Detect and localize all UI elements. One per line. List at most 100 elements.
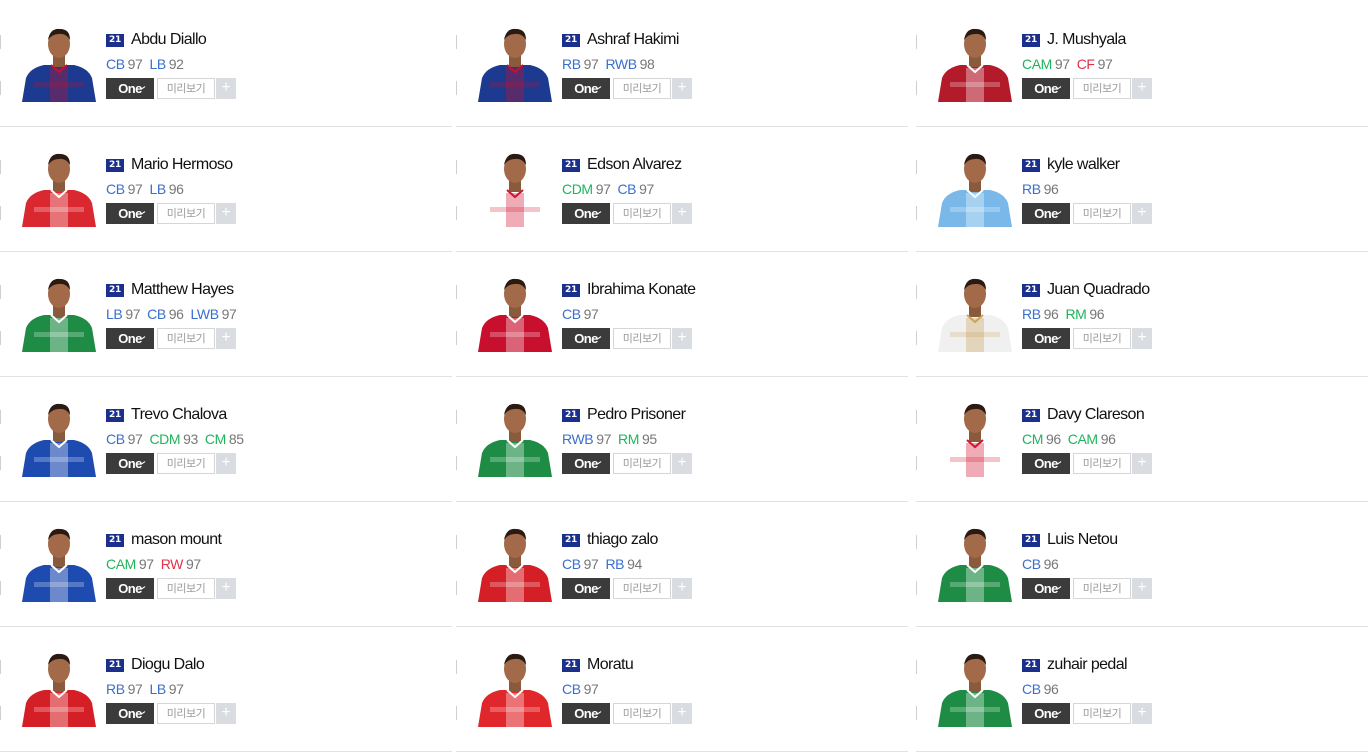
add-icon[interactable]: + <box>1132 703 1152 724</box>
player-name[interactable]: Ashraf Hakimi <box>587 31 679 49</box>
player-name[interactable]: Davy Clareson <box>1047 406 1145 424</box>
player-name[interactable]: thiago zalo <box>587 531 658 549</box>
one-button[interactable]: One <box>562 203 610 224</box>
player-avatar[interactable] <box>936 647 1014 727</box>
player-card[interactable]: 21 Matthew Hayes LB 97 CB 96 LWB 97 One 미리보기 + <box>0 252 452 377</box>
player-avatar[interactable] <box>20 272 98 352</box>
one-button[interactable]: One <box>562 328 610 349</box>
player-avatar[interactable] <box>936 397 1014 477</box>
player-card[interactable]: 21 Davy Clareson CM 96 CAM 96 One 미리보기 + <box>916 377 1368 502</box>
add-icon[interactable]: + <box>1132 78 1152 99</box>
one-button[interactable]: One <box>106 578 154 599</box>
player-card[interactable]: 21 Ibrahima Konate CB 97 One 미리보기 + <box>456 252 908 377</box>
preview-button[interactable]: 미리보기 <box>157 328 215 349</box>
player-avatar[interactable] <box>936 22 1014 102</box>
preview-button[interactable]: 미리보기 <box>1073 578 1131 599</box>
player-name[interactable]: Luis Netou <box>1047 531 1118 549</box>
preview-button[interactable]: 미리보기 <box>613 703 671 724</box>
add-icon[interactable]: + <box>672 453 692 474</box>
add-icon[interactable]: + <box>216 78 236 99</box>
one-button[interactable]: One <box>1022 453 1070 474</box>
player-avatar[interactable] <box>476 647 554 727</box>
add-icon[interactable]: + <box>672 203 692 224</box>
player-name[interactable]: Diogu Dalo <box>131 656 205 674</box>
player-card[interactable]: 21 Abdu Diallo CB 97 LB 92 One 미리보기 + <box>0 2 452 127</box>
add-icon[interactable]: + <box>672 328 692 349</box>
preview-button[interactable]: 미리보기 <box>1073 78 1131 99</box>
one-button[interactable]: One <box>1022 578 1070 599</box>
one-button[interactable]: One <box>106 328 154 349</box>
preview-button[interactable]: 미리보기 <box>157 203 215 224</box>
player-name[interactable]: J. Mushyala <box>1047 31 1126 49</box>
add-icon[interactable]: + <box>672 78 692 99</box>
player-card[interactable]: 21 Edson Alvarez CDM 97 CB 97 One 미리보기 + <box>456 127 908 252</box>
add-icon[interactable]: + <box>672 703 692 724</box>
preview-button[interactable]: 미리보기 <box>1073 203 1131 224</box>
one-button[interactable]: One <box>562 703 610 724</box>
player-name[interactable]: zuhair pedal <box>1047 656 1128 674</box>
preview-button[interactable]: 미리보기 <box>613 203 671 224</box>
add-icon[interactable]: + <box>216 578 236 599</box>
player-avatar[interactable] <box>936 147 1014 227</box>
player-avatar[interactable] <box>20 22 98 102</box>
player-avatar[interactable] <box>476 272 554 352</box>
add-icon[interactable]: + <box>216 328 236 349</box>
player-card[interactable]: 21 Mario Hermoso CB 97 LB 96 One 미리보기 + <box>0 127 452 252</box>
preview-button[interactable]: 미리보기 <box>613 453 671 474</box>
player-card[interactable]: 21 Trevo Chalova CB 97 CDM 93 CM 85 One 미리보기 + <box>0 377 452 502</box>
player-card[interactable]: 21 Moratu CB 97 One 미리보기 + <box>456 627 908 752</box>
player-avatar[interactable] <box>936 522 1014 602</box>
player-name[interactable]: Ibrahima Konate <box>587 281 696 299</box>
player-avatar[interactable] <box>20 522 98 602</box>
player-name[interactable]: Matthew Hayes <box>131 281 234 299</box>
one-button[interactable]: One <box>1022 78 1070 99</box>
player-name[interactable]: Pedro Prisoner <box>587 406 686 424</box>
preview-button[interactable]: 미리보기 <box>157 453 215 474</box>
player-card[interactable]: 21 Ashraf Hakimi RB 97 RWB 98 One 미리보기 + <box>456 2 908 127</box>
player-card[interactable]: 21 Juan Quadrado RB 96 RM 96 One 미리보기 + <box>916 252 1368 377</box>
player-card[interactable]: 21 Luis Netou CB 96 One 미리보기 + <box>916 502 1368 627</box>
one-button[interactable]: One <box>106 703 154 724</box>
one-button[interactable]: One <box>562 578 610 599</box>
player-avatar[interactable] <box>20 147 98 227</box>
player-card[interactable]: 21 kyle walker RB 96 One 미리보기 + <box>916 127 1368 252</box>
preview-button[interactable]: 미리보기 <box>613 328 671 349</box>
one-button[interactable]: One <box>1022 203 1070 224</box>
player-name[interactable]: Trevo Chalova <box>131 406 227 424</box>
preview-button[interactable]: 미리보기 <box>157 78 215 99</box>
player-avatar[interactable] <box>20 397 98 477</box>
preview-button[interactable]: 미리보기 <box>613 78 671 99</box>
player-avatar[interactable] <box>476 22 554 102</box>
player-card[interactable]: 21 Pedro Prisoner RWB 97 RM 95 One 미리보기 + <box>456 377 908 502</box>
player-name[interactable]: Mario Hermoso <box>131 156 233 174</box>
one-button[interactable]: One <box>106 78 154 99</box>
preview-button[interactable]: 미리보기 <box>157 703 215 724</box>
player-name[interactable]: mason mount <box>131 531 222 549</box>
one-button[interactable]: One <box>106 203 154 224</box>
player-avatar[interactable] <box>476 147 554 227</box>
add-icon[interactable]: + <box>1132 203 1152 224</box>
add-icon[interactable]: + <box>1132 453 1152 474</box>
player-avatar[interactable] <box>20 647 98 727</box>
player-card[interactable]: 21 mason mount CAM 97 RW 97 One 미리보기 + <box>0 502 452 627</box>
preview-button[interactable]: 미리보기 <box>1073 453 1131 474</box>
add-icon[interactable]: + <box>216 453 236 474</box>
player-card[interactable]: 21 thiago zalo CB 97 RB 94 One 미리보기 + <box>456 502 908 627</box>
player-name[interactable]: Juan Quadrado <box>1047 281 1150 299</box>
player-avatar[interactable] <box>476 522 554 602</box>
one-button[interactable]: One <box>1022 703 1070 724</box>
preview-button[interactable]: 미리보기 <box>157 578 215 599</box>
player-name[interactable]: Moratu <box>587 656 634 674</box>
one-button[interactable]: One <box>562 453 610 474</box>
add-icon[interactable]: + <box>216 703 236 724</box>
one-button[interactable]: One <box>106 453 154 474</box>
player-name[interactable]: kyle walker <box>1047 156 1120 174</box>
player-name[interactable]: Edson Alvarez <box>587 156 682 174</box>
preview-button[interactable]: 미리보기 <box>1073 703 1131 724</box>
player-avatar[interactable] <box>936 272 1014 352</box>
player-avatar[interactable] <box>476 397 554 477</box>
player-card[interactable]: 21 Diogu Dalo RB 97 LB 97 One 미리보기 + <box>0 627 452 752</box>
add-icon[interactable]: + <box>1132 328 1152 349</box>
player-name[interactable]: Abdu Diallo <box>131 31 207 49</box>
add-icon[interactable]: + <box>672 578 692 599</box>
